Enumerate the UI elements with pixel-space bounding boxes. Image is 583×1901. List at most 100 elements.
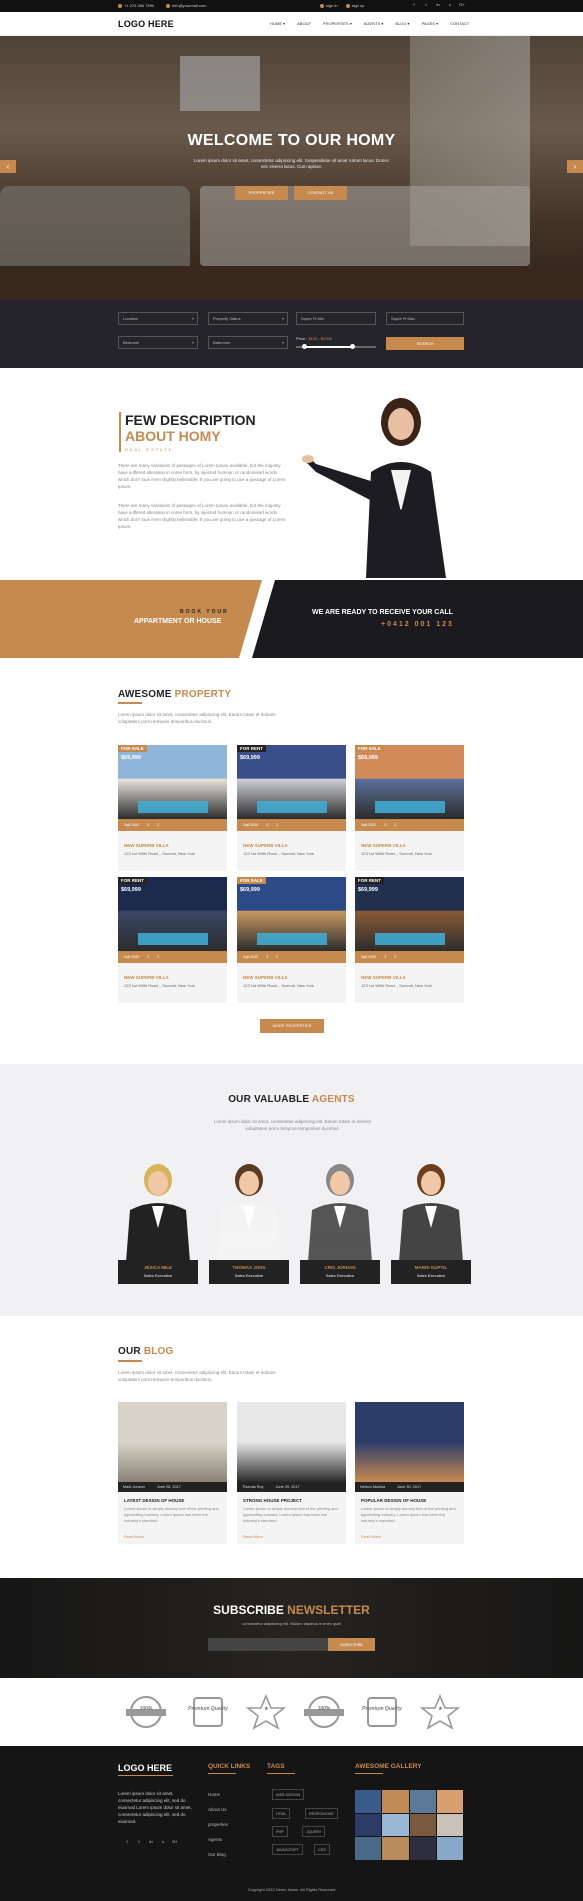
property-card[interactable]: FOR RENT $69,999 Sqft-3000 3 2 NEW SUPERB VIL… <box>118 877 227 1003</box>
tag-javascript[interactable]: JAVASCRIPT <box>272 1844 303 1855</box>
listing-stats: Sqft-3000 3 2 <box>355 819 464 831</box>
gallery-thumb[interactable] <box>382 1837 409 1860</box>
tag-css[interactable]: CSS <box>314 1844 330 1855</box>
listing-name[interactable]: NEW SUPERB VILLA <box>243 975 288 980</box>
blog-post-card[interactable]: Thomas Roy June 29, 2017 STRONG HOUSE PROJ… <box>237 1402 346 1544</box>
blog-post-title[interactable]: LATEST DESIGN OF HOUSE <box>124 1498 184 1503</box>
newsletter-email-input[interactable] <box>208 1638 328 1651</box>
about-title-accent: ABOUT HOMY <box>125 428 221 444</box>
property-card[interactable]: FOR SALE $69,999 Sqft-3000 3 2 NEW SUPERB VIL… <box>237 877 346 1003</box>
price-slider-max-handle[interactable] <box>350 344 355 349</box>
linkedin-icon[interactable]: in <box>435 2 441 8</box>
call-phone[interactable]: +0412 001 123 <box>381 621 454 628</box>
twitter-icon[interactable]: t <box>136 1839 142 1845</box>
vimeo-icon[interactable]: v <box>447 2 453 8</box>
nav-item-contact[interactable]: CONTACT <box>450 21 469 26</box>
bathroom-select[interactable]: Bathroom ▾ <box>208 336 288 349</box>
agent-name[interactable]: MARRI GUPTIL <box>391 1265 471 1270</box>
contact-us-button[interactable]: CONTACT US <box>294 186 347 200</box>
properties-button[interactable]: PROPERTIES <box>235 186 288 200</box>
gallery-thumb[interactable] <box>409 1837 436 1860</box>
nav-item-pages[interactable]: PAGES ▾ <box>422 21 439 26</box>
google-plus-icon[interactable]: G+ <box>459 2 465 8</box>
tag-web-design[interactable]: WEB DESIGN <box>272 1789 305 1800</box>
listing-name[interactable]: NEW SUPERB VILLA <box>124 843 169 848</box>
linkedin-icon[interactable]: in <box>148 1839 154 1845</box>
sqft-min-input[interactable]: Squre Ft Min <box>296 312 376 325</box>
gallery-thumb[interactable] <box>409 1813 436 1837</box>
twitter-icon[interactable]: t <box>423 2 429 8</box>
listing-name[interactable]: NEW SUPERB VILLA <box>243 843 288 848</box>
property-card[interactable]: FOR RENT $69,999 Sqft-3000 3 2 NEW SUPERB VIL… <box>237 745 346 871</box>
google-plus-icon[interactable]: G+ <box>172 1839 178 1845</box>
footer-link-blog[interactable]: Our Blog <box>208 1852 226 1857</box>
gallery-thumb[interactable] <box>382 1813 409 1837</box>
gallery-thumb[interactable] <box>355 1790 382 1813</box>
blog-post-title[interactable]: POPULAR DESIGN OF HOUSE <box>361 1498 426 1503</box>
footer-link-about[interactable]: About Us <box>208 1807 227 1812</box>
blog-post-title[interactable]: STRONG HOUSE PROJECT <box>243 1498 302 1503</box>
blog-post-card[interactable]: Mark Jonson June 28, 2017 LATEST DESIGN OF… <box>118 1402 227 1544</box>
property-status-select[interactable]: Property Status ▾ <box>208 312 288 325</box>
vimeo-icon[interactable]: v <box>160 1839 166 1845</box>
footer-logo[interactable]: LOGO HERE <box>118 1763 172 1773</box>
gallery-thumb[interactable] <box>436 1813 463 1837</box>
gallery-thumb[interactable] <box>409 1790 436 1813</box>
blog-post-image <box>237 1402 346 1482</box>
tag-jquery[interactable]: JQUERY <box>302 1826 326 1837</box>
listing-name[interactable]: NEW SUPERB VILLA <box>361 843 406 848</box>
tag-php[interactable]: PHP <box>272 1826 288 1837</box>
read-more-link[interactable]: Read More <box>124 1534 144 1539</box>
agent-card[interactable]: THOMAS JONS Sales Executive <box>209 1158 289 1284</box>
listing-name[interactable]: NEW SUPERB VILLA <box>124 975 169 980</box>
logo[interactable]: LOGO HERE <box>118 19 174 29</box>
agent-name[interactable]: CRIS JORDAN <box>300 1265 380 1270</box>
gallery-thumb[interactable] <box>382 1790 409 1813</box>
nav-item-home[interactable]: HOME ▾ <box>270 21 285 26</box>
nav-item-blog[interactable]: BLOG ▾ <box>395 21 409 26</box>
price-slider-min-handle[interactable] <box>302 344 307 349</box>
footer-link-home[interactable]: Home <box>208 1792 220 1797</box>
price-slider[interactable] <box>296 344 376 349</box>
gallery-thumb[interactable] <box>436 1790 463 1813</box>
read-more-link[interactable]: Read More <box>243 1534 263 1539</box>
property-card[interactable]: FOR RENT $69,999 Sqft-3000 3 2 NEW SUPERB VIL… <box>355 877 464 1003</box>
more-properties-button[interactable]: MORE PROPERTIES <box>260 1019 324 1033</box>
agent-name[interactable]: THOMAS JONS <box>209 1265 289 1270</box>
facebook-icon[interactable]: f <box>411 2 417 8</box>
agent-card[interactable]: JESICA MILE Sales Executive <box>118 1158 198 1284</box>
agents-section-title: OUR VALUABLE AGENTS <box>228 1094 355 1105</box>
property-card[interactable]: FOR SALE $69,999 Sqft-3000 3 2 NEW SUPERB VIL… <box>118 745 227 871</box>
sqft-max-input[interactable]: Squre Ft Max <box>386 312 464 325</box>
subscribe-button[interactable]: SUBSCRIBE <box>328 1638 375 1651</box>
slider-prev-arrow-icon[interactable]: ‹ <box>0 160 16 173</box>
footer-logo-underline <box>118 1775 173 1776</box>
nav-item-properties[interactable]: PROPERTIES ▾ <box>323 21 352 26</box>
listing-name[interactable]: NEW SUPERB VILLA <box>361 975 406 980</box>
agent-name[interactable]: JESICA MILE <box>118 1265 198 1270</box>
bedroom-select[interactable]: Bedroom ▾ <box>118 336 198 349</box>
sign-in-link[interactable]: sign in <box>320 3 338 8</box>
slider-next-arrow-icon[interactable]: › <box>567 160 583 173</box>
badge-text: 100% <box>139 1706 153 1712</box>
footer-link-properties[interactable]: properties <box>208 1822 228 1827</box>
tag-html[interactable]: HTML <box>272 1808 291 1819</box>
gallery-thumb[interactable] <box>355 1837 382 1860</box>
read-more-link[interactable]: Read More <box>361 1534 381 1539</box>
property-card[interactable]: FOR SALE $69,999 Sqft-3000 3 2 NEW SUPERB VIL… <box>355 745 464 871</box>
gallery-thumb[interactable] <box>355 1813 382 1837</box>
agent-card[interactable]: CRIS JORDAN Sales Executive <box>300 1158 380 1284</box>
gallery-thumb[interactable] <box>436 1837 463 1860</box>
sign-up-link[interactable]: sign up <box>345 3 364 8</box>
facebook-icon[interactable]: f <box>124 1839 130 1845</box>
footer-link-agents[interactable]: Agents <box>208 1837 222 1842</box>
footer-about-text: Lorem ipsum dolor sit amet, consectetur … <box>118 1791 192 1824</box>
nav-item-agents[interactable]: AGENTS ▾ <box>364 21 384 26</box>
email-info[interactable]: info@yourmail.com <box>166 3 206 8</box>
tag-responsive[interactable]: RESPONSIVE <box>305 1808 338 1819</box>
search-button[interactable]: SEARCH <box>386 337 464 350</box>
location-select[interactable]: Location ▾ <box>118 312 198 325</box>
blog-post-card[interactable]: Nelson Monika June 30, 2017 POPULAR DESIGN… <box>355 1402 464 1544</box>
nav-item-about[interactable]: ABOUT <box>297 21 311 26</box>
agent-card[interactable]: MARRI GUPTIL Sales Executive <box>391 1158 471 1284</box>
